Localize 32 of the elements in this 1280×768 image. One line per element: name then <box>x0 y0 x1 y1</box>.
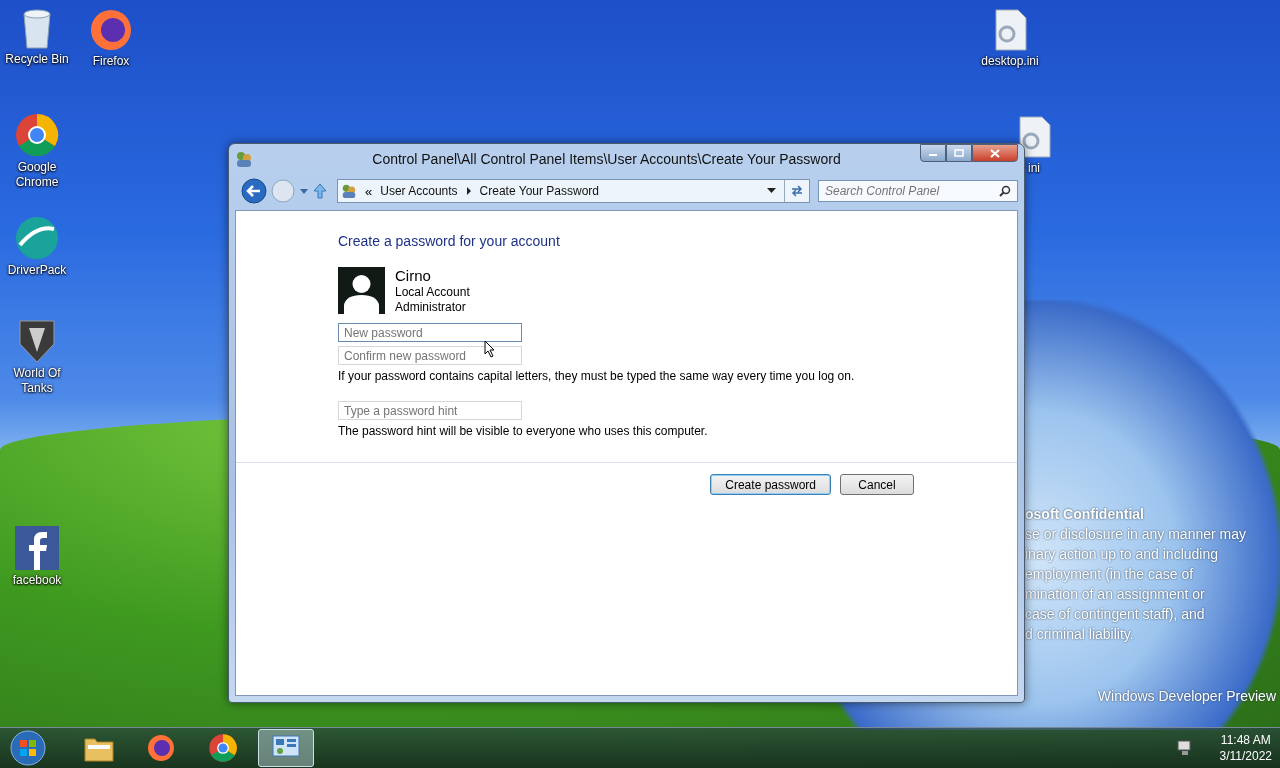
password-field[interactable]: New password <box>338 323 522 342</box>
desktop-icon-label[interactable]: World Of Tanks <box>0 366 74 396</box>
address-bar[interactable]: « User Accounts Create Your Password <box>337 179 810 203</box>
clock[interactable]: 11:48 AM 3/11/2022 <box>1219 732 1272 764</box>
confidential-notice-line: mination of an assignment or <box>1025 585 1206 604</box>
password-hint-field[interactable]: Type a password hint <box>338 401 522 420</box>
window-title: Control Panel\All Control Panel Items\User Accounts\Create Your Password <box>371 151 842 167</box>
desktop-icon-label[interactable]: desktop.ini <box>981 54 1039 69</box>
desktop-icon-label[interactable]: Google Chrome <box>0 160 74 190</box>
confidential-notice-line: case of contingent staff), and <box>1025 605 1206 624</box>
breadcrumb-item[interactable]: Create Your Password <box>479 184 599 198</box>
caps-note: If your password contains capital letters, they must be typed the same way every time you log on. <box>338 369 856 383</box>
desktop-icon-label[interactable]: DriverPack <box>7 263 67 278</box>
desktop-icon-label[interactable]: Firefox <box>92 54 130 69</box>
cancel-button[interactable]: Cancel <box>840 474 914 495</box>
confidential-notice-line: inary action up to and including <box>1025 545 1220 564</box>
search-field[interactable]: Search Control Panel <box>818 180 1018 202</box>
desktop-icon-label[interactable]: facebook <box>12 573 62 588</box>
breadcrumb-item[interactable]: User Accounts <box>380 184 458 198</box>
hint-note: The password hint will be visible to everyone who uses this computer. <box>338 424 709 438</box>
confidential-notice-line: osoft Confidential <box>1025 505 1145 524</box>
create-password-button[interactable]: Create password <box>710 474 831 495</box>
confidential-notice-line: se or disclosure in any manner may <box>1025 525 1246 544</box>
confidential-notice-line: d criminal liability. <box>1025 625 1135 644</box>
overflow-chevron[interactable]: « <box>365 183 373 199</box>
confidential-notice-line: employment (in the case of <box>1025 565 1195 584</box>
page-heading: Create a password for your account <box>338 233 561 249</box>
desktop-icon-label[interactable]: ini <box>1028 161 1040 176</box>
account-role: Administrator <box>395 300 467 315</box>
account-name: Cirno <box>395 267 432 284</box>
desktop-icon-label[interactable]: Recycle Bin <box>5 52 69 67</box>
account-type: Local Account <box>395 285 470 300</box>
